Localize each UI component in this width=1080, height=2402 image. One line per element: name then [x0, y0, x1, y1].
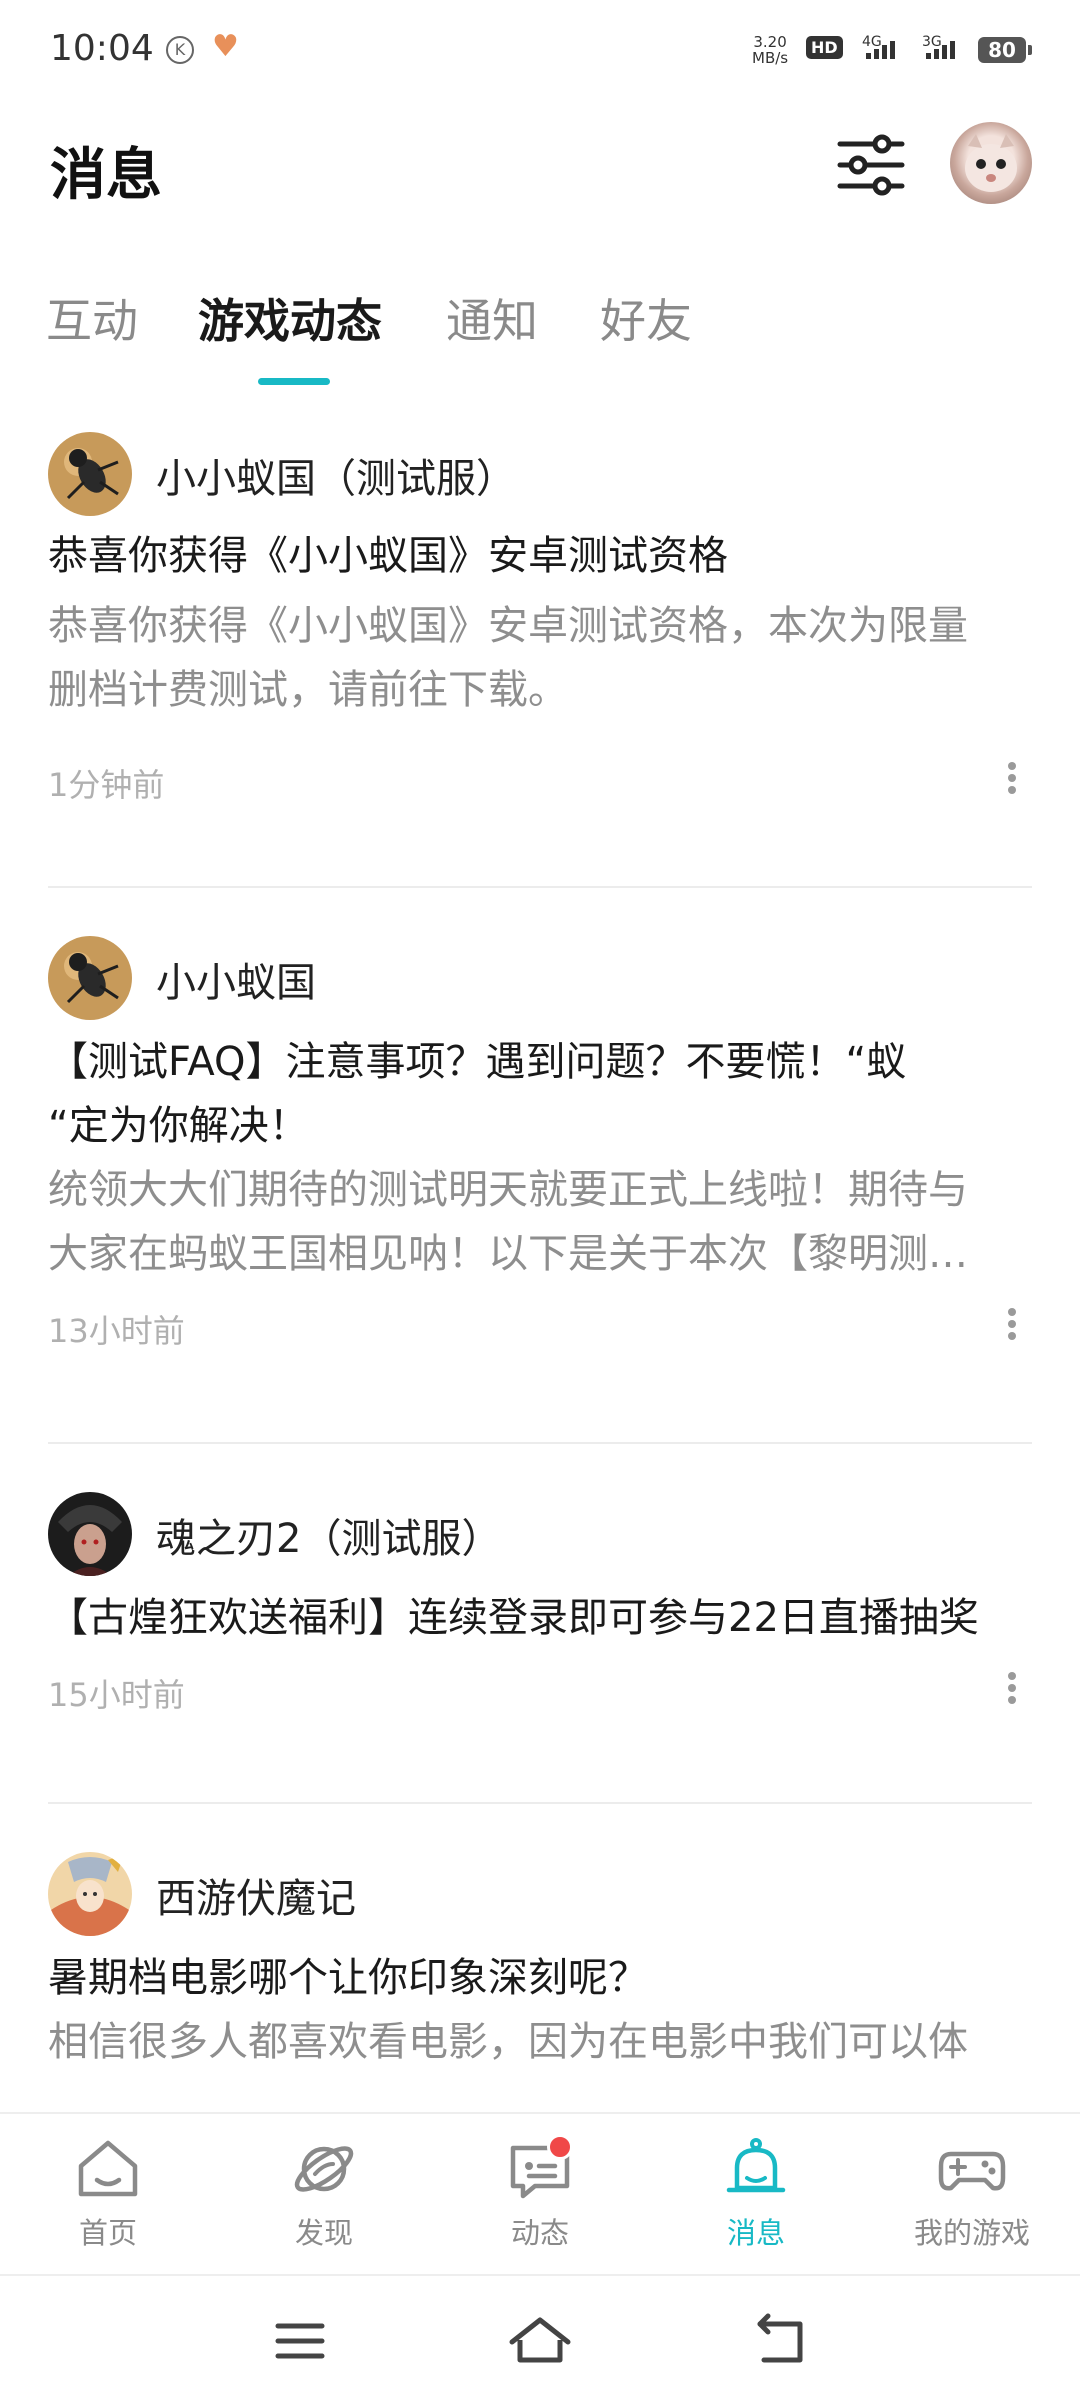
message-title: 暑期档电影哪个让你印象深刻呢？ [48, 1955, 648, 2001]
message-time: 1分钟前 [48, 766, 165, 804]
message-body-line: 大家在蚂蚁王国相见呐！以下是关于本次【黎明测… [48, 1231, 968, 1277]
signal-bars-icon [926, 40, 958, 64]
more-options-button[interactable] [992, 1304, 1032, 1350]
filter-settings-button[interactable] [836, 130, 906, 200]
message-body-line: 恭喜你获得《小小蚁国》安卓测试资格，本次为限量 [48, 603, 968, 649]
list-item[interactable]: 魂之刃2（测试服） 【古煌狂欢送福利】连续登录即可参与22日直播抽奖 15小时前 [48, 1480, 1032, 1730]
home-icon [73, 2134, 143, 2204]
game-avatar[interactable] [48, 1492, 132, 1576]
game-avatar[interactable] [48, 1852, 132, 1936]
system-navigation-bar [0, 2274, 1080, 2402]
monkey-king-game-icon [48, 1852, 132, 1936]
tab-friends[interactable]: 好友 [600, 285, 692, 351]
nav-label: 消息 [726, 2216, 785, 2250]
status-bar: 10:04 K ♥ 3.20 MB/s HD 4G 3G 80 [0, 0, 1080, 100]
message-body-line: 统领大大们期待的测试明天就要正式上线啦！期待与 [48, 1167, 968, 1213]
sliders-icon [837, 134, 905, 196]
more-options-button[interactable] [992, 1668, 1032, 1714]
message-time: 13小时前 [48, 1312, 185, 1350]
page-title: 消息 [50, 143, 162, 208]
message-title: 【古煌狂欢送福利】连续登录即可参与22日直播抽奖 [48, 1595, 979, 1641]
nav-my-games[interactable]: 我的游戏 [892, 2134, 1052, 2252]
health-heart-icon: ♥ [212, 29, 239, 64]
nav-label: 首页 [78, 2216, 137, 2250]
menu-icon [275, 2323, 325, 2359]
k-badge-icon: K [166, 36, 194, 64]
nav-messages[interactable]: 消息 [676, 2134, 836, 2252]
nav-home[interactable]: 首页 [28, 2134, 188, 2252]
home-button[interactable] [500, 2306, 580, 2376]
list-item[interactable]: 西游伏魔记 暑期档电影哪个让你印象深刻呢？ 相信很多人都喜欢看电影，因为在电影中… [48, 1840, 1032, 2112]
gamepad-icon [937, 2134, 1007, 2204]
message-title-line: “定为你解决！ [48, 1103, 309, 1149]
system-home-icon [509, 2317, 571, 2363]
nav-feed[interactable]: 动态 [460, 2134, 620, 2252]
ant-game-icon [48, 936, 132, 1020]
message-body-line: 相信很多人都喜欢看电影，因为在电影中我们可以体 [48, 2019, 968, 2065]
hd-icon: HD [806, 36, 843, 59]
message-title-line: 【测试FAQ】注意事项？遇到问题？不要慌！“蚁 [48, 1039, 907, 1085]
network-speed: 3.20 MB/s [752, 34, 788, 66]
message-title: 恭喜你获得《小小蚁国》安卓测试资格 [48, 533, 728, 579]
divider [48, 1442, 1032, 1444]
tab-interaction[interactable]: 互动 [46, 285, 138, 351]
bell-icon [721, 2134, 791, 2204]
list-item[interactable]: 小小蚁国（测试服） 恭喜你获得《小小蚁国》安卓测试资格 恭喜你获得《小小蚁国》安… [48, 420, 1032, 820]
tab-notifications[interactable]: 通知 [446, 285, 538, 351]
divider [48, 1802, 1032, 1804]
nav-label: 我的游戏 [913, 2216, 1030, 2250]
active-tab-indicator [258, 378, 330, 385]
cat-avatar-icon [965, 134, 1017, 192]
bottom-navigation: 首页 发现 动态 消息 我的游戏 [0, 2112, 1080, 2274]
message-tabs: 互动 游戏动态 通知 好友 [0, 285, 1080, 385]
chat-icon [505, 2134, 575, 2204]
battery-icon: 80 [978, 37, 1032, 63]
divider [48, 886, 1032, 888]
tab-game-news[interactable]: 游戏动态 [198, 285, 382, 351]
nav-label: 发现 [294, 2216, 353, 2250]
game-name[interactable]: 魂之刃2（测试服） [156, 1506, 501, 1564]
message-time: 15小时前 [48, 1676, 185, 1714]
game-name[interactable]: 小小蚁国（测试服） [156, 446, 516, 504]
game-name[interactable]: 小小蚁国 [156, 950, 316, 1008]
more-options-button[interactable] [992, 758, 1032, 804]
menu-button[interactable] [260, 2306, 340, 2376]
signal-bars-icon [866, 40, 898, 64]
game-avatar[interactable] [48, 936, 132, 1020]
dark-knight-game-icon [48, 1492, 132, 1576]
nav-label: 动态 [510, 2216, 569, 2250]
status-time: 10:04 [50, 28, 154, 69]
notification-dot [547, 2134, 573, 2160]
list-item[interactable]: 小小蚁国 【测试FAQ】注意事项？遇到问题？不要慌！“蚁 “定为你解决！ 统领大… [48, 924, 1032, 1366]
game-name[interactable]: 西游伏魔记 [156, 1866, 356, 1924]
ant-game-icon [48, 432, 132, 516]
nav-discover[interactable]: 发现 [244, 2134, 404, 2252]
back-icon [757, 2313, 803, 2363]
back-button[interactable] [740, 2306, 820, 2376]
user-avatar[interactable] [950, 122, 1032, 204]
message-body-line: 删档计费测试，请前往下载。 [48, 667, 568, 713]
network-speed-unit: MB/s [752, 49, 789, 67]
game-avatar[interactable] [48, 432, 132, 516]
network-speed-value: 3.20 [753, 33, 787, 51]
planet-icon [289, 2134, 359, 2204]
